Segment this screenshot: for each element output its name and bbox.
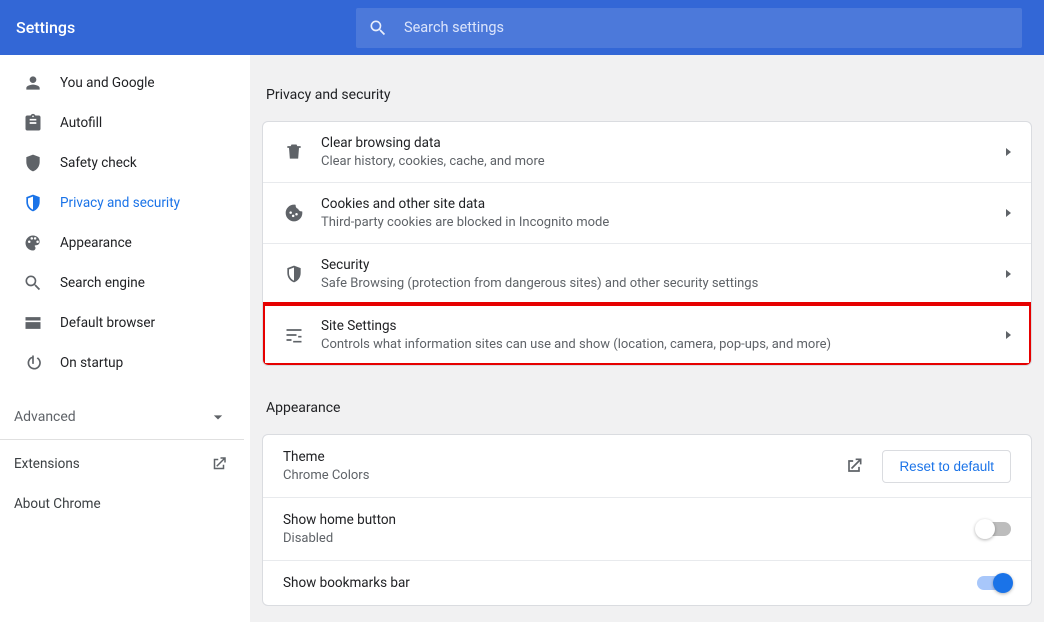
row-site-settings[interactable]: Site Settings Controls what information …	[263, 304, 1031, 365]
about-label: About Chrome	[14, 496, 101, 512]
row-text: Site Settings Controls what information …	[321, 318, 998, 352]
row-title: Cookies and other site data	[321, 196, 998, 212]
row-title: Site Settings	[321, 318, 998, 334]
sidebar-extensions[interactable]: Extensions	[0, 444, 250, 484]
search-wrap: Search settings	[356, 8, 1022, 48]
row-text: Security Safe Browsing (protection from …	[321, 257, 998, 291]
row-sub: Third-party cookies are blocked in Incog…	[321, 215, 998, 230]
sidebar-item-autofill[interactable]: Autofill	[0, 103, 250, 143]
appearance-card: Theme Chrome Colors Reset to default Sho…	[262, 434, 1032, 606]
person-icon	[22, 73, 44, 93]
sidebar-item-appearance[interactable]: Appearance	[0, 223, 250, 263]
search-placeholder: Search settings	[404, 19, 504, 36]
sidebar-item-label: You and Google	[60, 75, 155, 91]
chevron-right-icon	[1006, 270, 1011, 278]
reset-theme-button[interactable]: Reset to default	[882, 450, 1011, 483]
chevron-right-icon	[1006, 209, 1011, 217]
row-title: Clear browsing data	[321, 135, 998, 151]
app-title: Settings	[16, 18, 356, 37]
sidebar-item-label: Safety check	[60, 155, 137, 171]
chevron-right-icon	[1006, 148, 1011, 156]
power-icon	[22, 353, 44, 373]
extensions-label: Extensions	[14, 456, 80, 472]
row-sub: Chrome Colors	[283, 468, 844, 483]
sidebar-advanced[interactable]: Advanced	[0, 393, 250, 439]
chevron-down-icon	[208, 407, 228, 427]
shield-icon	[22, 153, 44, 173]
row-title: Show bookmarks bar	[283, 575, 977, 591]
row-bookmarks-bar[interactable]: Show bookmarks bar	[263, 560, 1031, 605]
sidebar-item-label: On startup	[60, 355, 123, 371]
sidebar-item-label: Privacy and security	[60, 195, 180, 211]
home-toggle[interactable]	[977, 522, 1011, 536]
clipboard-icon	[22, 113, 44, 133]
search-icon	[368, 18, 388, 38]
advanced-label: Advanced	[14, 409, 76, 425]
sidebar-item-label: Default browser	[60, 315, 155, 331]
sidebar-about[interactable]: About Chrome	[0, 484, 250, 524]
row-text: Clear browsing data Clear history, cooki…	[321, 135, 998, 169]
row-text: Show bookmarks bar	[283, 575, 977, 591]
sidebar-item-on-startup[interactable]: On startup	[0, 343, 250, 383]
row-text: Cookies and other site data Third-party …	[321, 196, 998, 230]
cookie-icon	[283, 203, 305, 223]
sidebar: You and Google Autofill Safety check Pri…	[0, 55, 250, 622]
sliders-icon	[283, 325, 305, 345]
row-sub: Clear history, cookies, cache, and more	[321, 154, 998, 169]
shield-outline-icon	[22, 193, 44, 213]
bookmarks-toggle[interactable]	[977, 576, 1011, 590]
row-sub: Controls what information sites can use …	[321, 337, 998, 352]
sidebar-item-safety-check[interactable]: Safety check	[0, 143, 250, 183]
main-content: Privacy and security Clear browsing data…	[250, 55, 1044, 622]
sidebar-item-privacy[interactable]: Privacy and security	[0, 183, 250, 223]
row-home-button[interactable]: Show home button Disabled	[263, 497, 1031, 560]
row-sub: Disabled	[283, 531, 977, 546]
sidebar-item-you-and-google[interactable]: You and Google	[0, 63, 250, 103]
row-theme[interactable]: Theme Chrome Colors Reset to default	[263, 435, 1031, 497]
row-text: Show home button Disabled	[283, 512, 977, 546]
sidebar-item-search-engine[interactable]: Search engine	[0, 263, 250, 303]
window-icon	[22, 313, 44, 333]
row-title: Theme	[283, 449, 844, 465]
sidebar-item-label: Search engine	[60, 275, 145, 291]
body: You and Google Autofill Safety check Pri…	[0, 55, 1044, 622]
sidebar-item-label: Autofill	[60, 115, 102, 131]
search-input[interactable]: Search settings	[356, 8, 1022, 48]
privacy-card: Clear browsing data Clear history, cooki…	[262, 121, 1032, 366]
search-icon	[22, 273, 44, 293]
sidebar-item-default-browser[interactable]: Default browser	[0, 303, 250, 343]
palette-icon	[22, 233, 44, 253]
row-text: Theme Chrome Colors	[283, 449, 844, 483]
row-title: Security	[321, 257, 998, 273]
sidebar-separator	[0, 439, 244, 440]
launch-icon	[844, 456, 864, 476]
appearance-section-title: Appearance	[266, 400, 1040, 416]
privacy-section-title: Privacy and security	[266, 87, 1040, 103]
row-title: Show home button	[283, 512, 977, 528]
trash-icon	[283, 142, 305, 162]
app-header: Settings Search settings	[0, 0, 1044, 55]
row-security[interactable]: Security Safe Browsing (protection from …	[263, 243, 1031, 304]
row-sub: Safe Browsing (protection from dangerous…	[321, 276, 998, 291]
sidebar-item-label: Appearance	[60, 235, 132, 251]
chevron-right-icon	[1006, 331, 1011, 339]
row-cookies[interactable]: Cookies and other site data Third-party …	[263, 182, 1031, 243]
shield-icon	[283, 264, 305, 284]
row-clear-browsing-data[interactable]: Clear browsing data Clear history, cooki…	[263, 122, 1031, 182]
launch-icon	[210, 455, 228, 473]
